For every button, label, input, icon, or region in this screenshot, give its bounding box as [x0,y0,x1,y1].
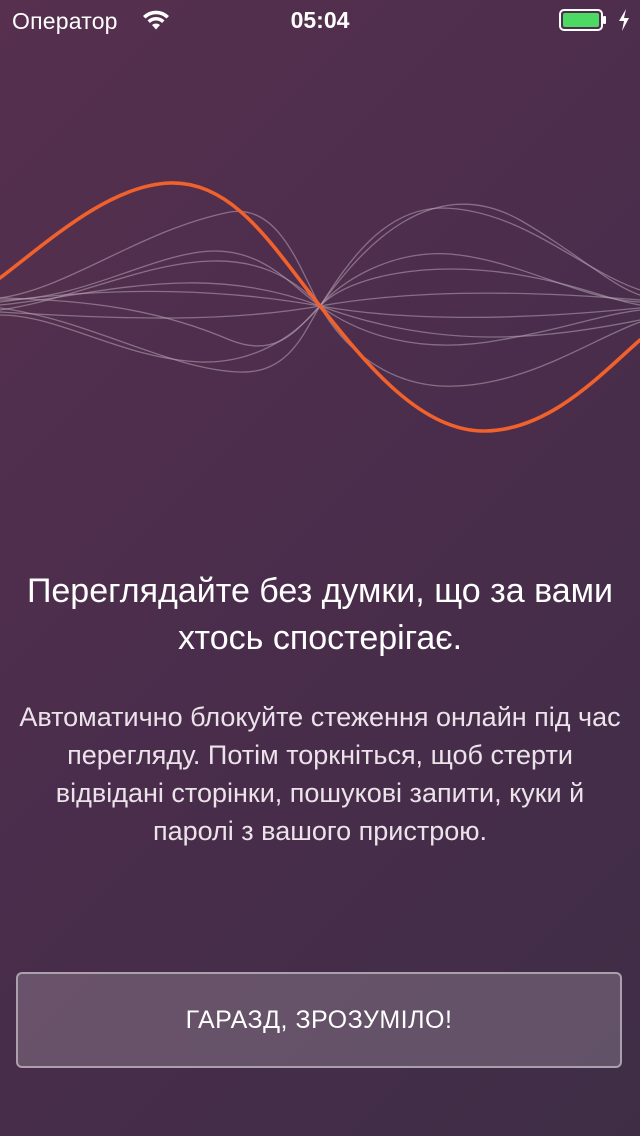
battery-icon [559,9,606,31]
got-it-button-label: ГАРАЗД, ЗРОЗУМІЛО! [185,1005,453,1034]
sound-wave-illustration [0,181,640,433]
charging-bolt-icon [619,9,629,31]
onboarding-headline: Переглядайте без думки, що за вами хтось… [26,572,614,657]
status-clock: 05:04 [290,7,350,33]
got-it-button[interactable]: ГАРАЗД, ЗРОЗУМІЛО! [16,972,622,1068]
status-bar: Оператор 05:04 [0,0,640,40]
onboarding-description: Автоматично блокуйте стеження онлайн під… [19,702,621,846]
